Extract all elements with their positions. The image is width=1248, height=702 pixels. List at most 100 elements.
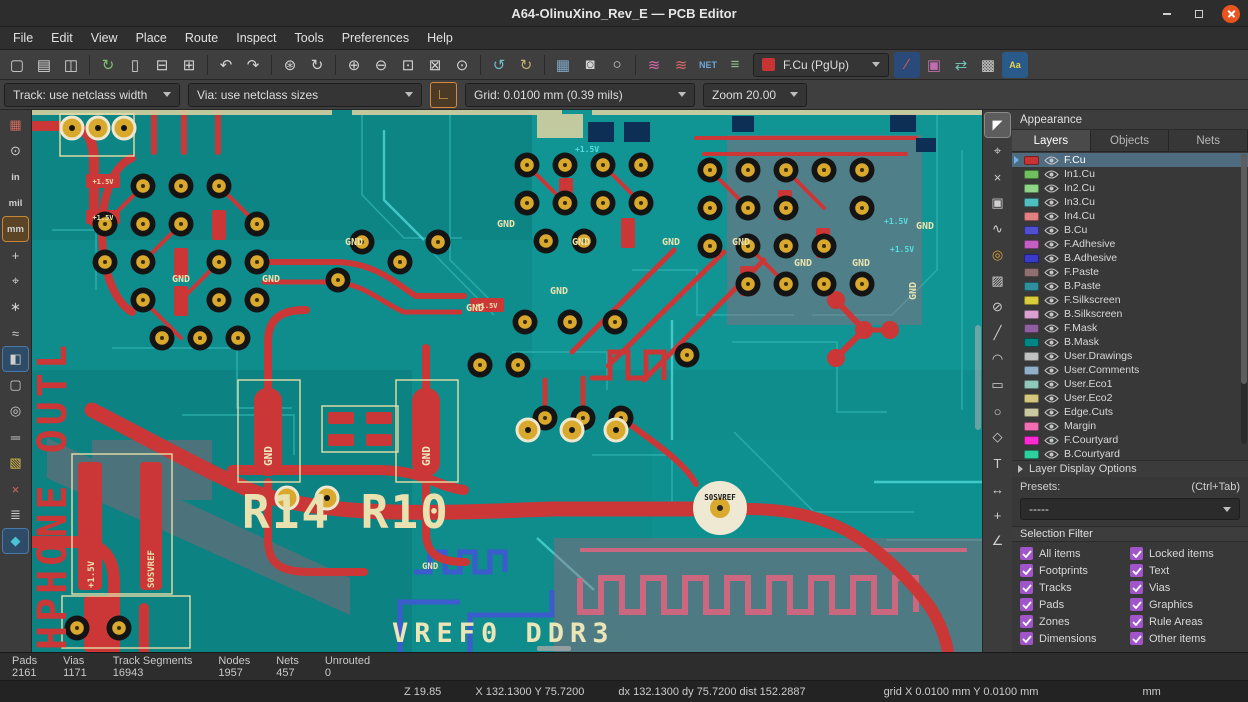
footprint-check-icon[interactable]: ▣ (921, 52, 947, 78)
drill-origin-icon[interactable]: + (985, 503, 1010, 527)
zoom-in-icon[interactable]: ⊕ (341, 52, 367, 78)
filter-checkbox-item[interactable]: Tracks (1020, 581, 1130, 594)
filter-checkbox-item[interactable]: All items (1020, 547, 1130, 560)
layer-color-swatch[interactable] (1024, 268, 1039, 277)
visibility-eye-icon[interactable] (1044, 184, 1059, 193)
measure-icon[interactable]: ∠ (985, 529, 1010, 553)
layer-color-swatch[interactable] (1024, 408, 1039, 417)
rotate-ccw-icon[interactable]: ↺ (486, 52, 512, 78)
filter-checkbox-item[interactable]: Text (1130, 564, 1240, 577)
layer-color-swatch[interactable] (1024, 338, 1039, 347)
visibility-eye-icon[interactable] (1044, 212, 1059, 221)
find-icon[interactable]: ⊛ (277, 52, 303, 78)
draw-polygon-icon[interactable]: ◇ (985, 425, 1010, 449)
net-inspector-icon[interactable]: NET (695, 52, 721, 78)
polar-coords-icon[interactable]: ⊙ (3, 139, 28, 163)
visibility-eye-icon[interactable] (1044, 170, 1059, 179)
select-tool-icon[interactable]: ◤ (985, 113, 1010, 137)
zoom-selection-icon[interactable]: ⊠ (422, 52, 448, 78)
layer-color-swatch[interactable] (1024, 170, 1039, 179)
layer-color-swatch[interactable] (1024, 212, 1039, 221)
filter-checkbox-item[interactable]: Rule Areas (1130, 615, 1240, 628)
layer-color-swatch[interactable] (1024, 422, 1039, 431)
open-board-icon[interactable]: ▤ (31, 52, 57, 78)
layer-row[interactable]: F.Adhesive (1012, 237, 1248, 251)
checkbox-icon[interactable] (1130, 632, 1143, 645)
layer-row[interactable]: F.Paste (1012, 265, 1248, 279)
visibility-eye-icon[interactable] (1044, 296, 1059, 305)
grid-selector[interactable]: Grid: 0.0100 mm (0.39 mils) (465, 83, 695, 107)
appearance-tab[interactable]: Objects (1091, 130, 1170, 151)
delete-markers-icon[interactable]: × (3, 477, 28, 501)
visibility-eye-icon[interactable] (1044, 156, 1059, 165)
layer-color-swatch[interactable] (1024, 352, 1039, 361)
layer-color-swatch[interactable] (1024, 380, 1039, 389)
zoom-out-icon[interactable]: ⊖ (368, 52, 394, 78)
menu-item[interactable]: Place (127, 29, 176, 47)
layer-row[interactable]: Margin (1012, 419, 1248, 433)
layer-color-swatch[interactable] (1024, 366, 1039, 375)
visibility-eye-icon[interactable] (1044, 394, 1059, 403)
menu-item[interactable]: Route (176, 29, 227, 47)
layers-scrollbar[interactable] (1241, 154, 1247, 444)
layer-row[interactable]: B.Adhesive (1012, 251, 1248, 265)
grid-display-icon[interactable]: ▦ (3, 113, 28, 137)
visibility-eye-icon[interactable] (1044, 324, 1059, 333)
filter-checkbox-item[interactable]: Dimensions (1020, 632, 1130, 645)
refresh-plugins-icon[interactable]: ↻ (95, 52, 121, 78)
menu-item[interactable]: Preferences (333, 29, 418, 47)
visibility-eye-icon[interactable] (1044, 282, 1059, 291)
new-board-icon[interactable]: ▢ (4, 52, 30, 78)
font-settings-icon[interactable]: Aa (1002, 52, 1028, 78)
filter-checkbox-item[interactable]: Footprints (1020, 564, 1130, 577)
layer-row[interactable]: User.Eco2 (1012, 391, 1248, 405)
minimize-icon[interactable] (1158, 5, 1176, 23)
layer-color-swatch[interactable] (1024, 184, 1039, 193)
appearance-tab[interactable]: Nets (1169, 130, 1248, 151)
cursor-shape-icon[interactable]: + (3, 243, 28, 267)
visibility-eye-icon[interactable] (1044, 422, 1059, 431)
layer-opacity-icon[interactable]: ∕ (894, 52, 920, 78)
exchange-footprints-icon[interactable]: ⇄ (948, 52, 974, 78)
sketch-zones-icon[interactable]: ▧ (3, 451, 28, 475)
visibility-eye-icon[interactable] (1044, 380, 1059, 389)
layer-color-swatch[interactable] (1024, 324, 1039, 333)
visibility-eye-icon[interactable] (1044, 198, 1059, 207)
layer-color-swatch[interactable] (1024, 240, 1039, 249)
layer-row[interactable]: B.Mask (1012, 335, 1248, 349)
checkbox-icon[interactable] (1020, 632, 1033, 645)
hide-ratsnest-icon[interactable]: ≋ (668, 52, 694, 78)
layer-row[interactable]: B.Silkscreen (1012, 307, 1248, 321)
save-icon[interactable]: ◫ (58, 52, 84, 78)
print-icon[interactable]: ⊟ (149, 52, 175, 78)
add-dimension-icon[interactable]: ↔ (985, 477, 1010, 501)
checkbox-icon[interactable] (1020, 615, 1033, 628)
checkbox-icon[interactable] (1130, 581, 1143, 594)
checkbox-icon[interactable] (1020, 547, 1033, 560)
visibility-eye-icon[interactable] (1044, 310, 1059, 319)
plot-icon[interactable]: ⊞ (176, 52, 202, 78)
layer-row[interactable]: In3.Cu (1012, 195, 1248, 209)
checkbox-icon[interactable] (1130, 547, 1143, 560)
ratsnest-icon[interactable]: ∗ (3, 295, 28, 319)
add-via-icon[interactable]: ◎ (985, 243, 1010, 267)
visibility-eye-icon[interactable] (1044, 352, 1059, 361)
visibility-eye-icon[interactable] (1044, 226, 1059, 235)
refresh-view-icon[interactable]: ↻ (304, 52, 330, 78)
menu-item[interactable]: View (82, 29, 127, 47)
checkbox-icon[interactable] (1020, 581, 1033, 594)
filter-checkbox-item[interactable]: Other items (1130, 632, 1240, 645)
layer-color-swatch[interactable] (1024, 310, 1039, 319)
layer-color-swatch[interactable] (1024, 156, 1039, 165)
visibility-eye-icon[interactable] (1044, 338, 1059, 347)
close-icon[interactable] (1222, 5, 1240, 23)
grid-override-icon[interactable]: ▩ (975, 52, 1001, 78)
filter-checkbox-item[interactable]: Locked items (1130, 547, 1240, 560)
track-width-selector[interactable]: Track: use netclass width (4, 83, 180, 107)
highlight-net-icon[interactable]: ⌖ (985, 139, 1010, 163)
layer-row[interactable]: F.Silkscreen (1012, 293, 1248, 307)
canvas-vertical-scrollbar[interactable] (975, 325, 981, 430)
menu-item[interactable]: File (4, 29, 42, 47)
menu-item[interactable]: Tools (286, 29, 333, 47)
visibility-eye-icon[interactable] (1044, 254, 1059, 263)
